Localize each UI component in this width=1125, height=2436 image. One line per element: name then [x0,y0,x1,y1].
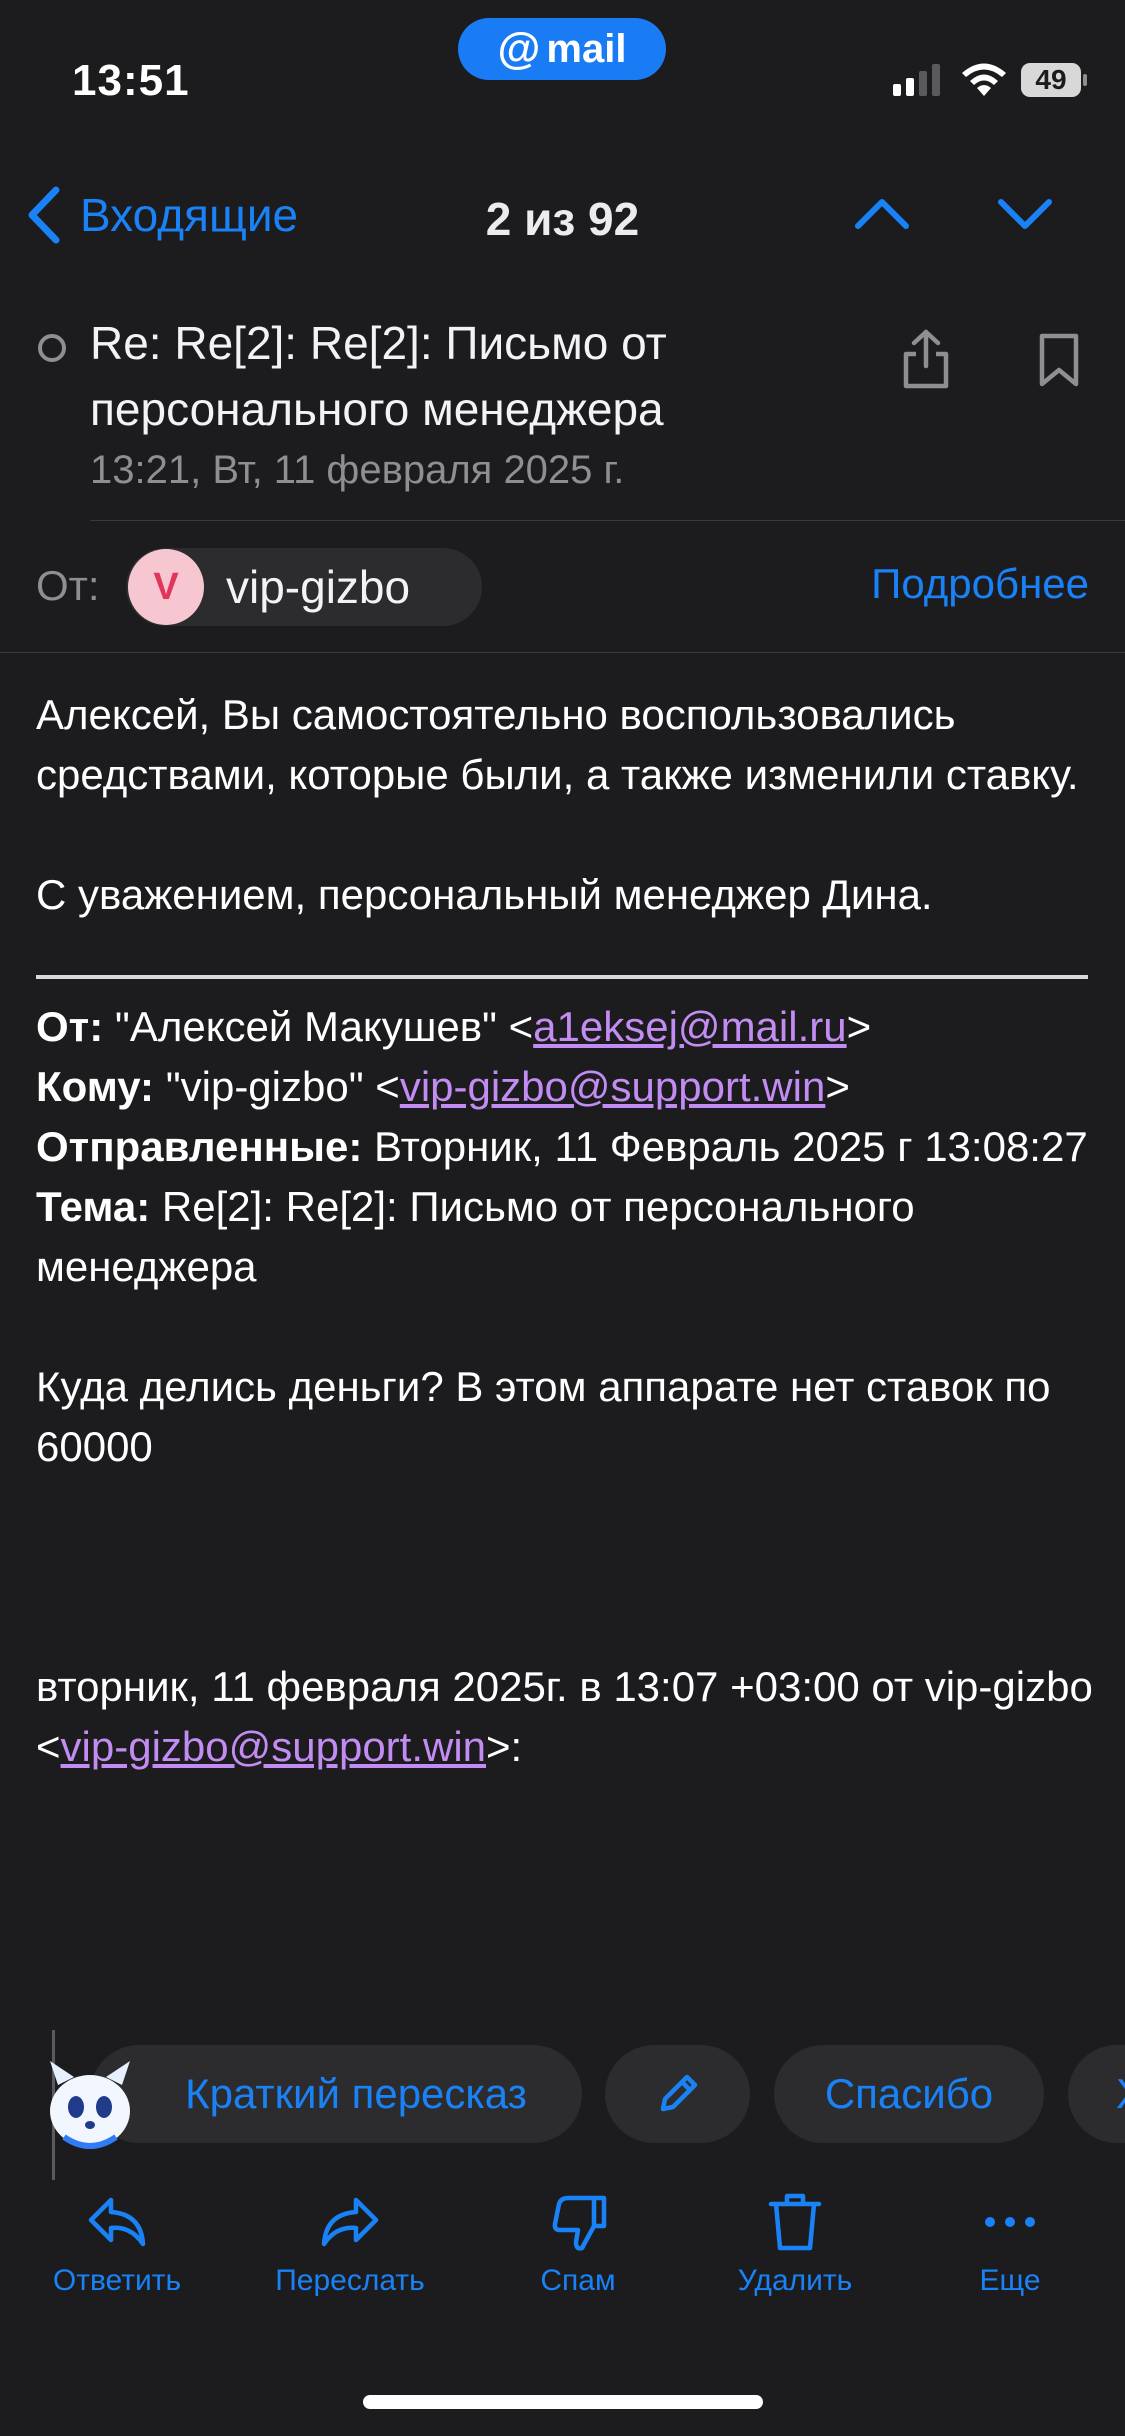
forward-label: Переслать [275,2264,425,2297]
quoted-subject-line: Тема: Re[2]: Re[2]: Письмо от персональн… [36,1177,1096,1297]
mail-badge-label: mail [546,26,627,71]
quoted-from-line: От: "Алексей Макушев" <a1eksej@mail.ru> [36,997,1096,1057]
subject-block: Re: Re[2]: Re[2]: Письмо от персональног… [0,310,1125,510]
reply-label: Ответить [52,2264,182,2297]
summary-chip-label: Краткий пересказ [185,2070,527,2117]
thumbs-down-icon [552,2195,607,2251]
body-paragraph: Алексей, Вы самостоятельно воспользовали… [36,691,1079,798]
message-body: Алексей, Вы самостоятельно воспользовали… [36,685,1096,1777]
avatar: V [128,549,204,625]
quoted-from-email-link[interactable]: a1eksej@mail.ru [533,1003,846,1050]
chevron-up-icon[interactable] [852,194,912,234]
forward-icon [321,2197,379,2247]
message-counter: 2 из 92 [485,193,640,245]
assistant-mascot-icon[interactable] [44,2055,136,2151]
summary-chip[interactable]: Краткий пересказ [90,2045,582,2143]
header-divider [0,652,1125,653]
quoted-to-close: > [825,1063,850,1110]
nav-bar: Входящие 2 из 92 [0,170,1125,262]
status-time: 13:51 [72,56,190,105]
more-label: Еще [979,2264,1041,2297]
more-suggestion-chip[interactable]: Х [1068,2045,1125,2143]
delete-button[interactable]: Удалить [730,2190,860,2298]
quoted-sent-line: Отправленные: Вторник, 11 Февраль 2025 г… [36,1117,1096,1177]
quote-separator [36,975,1088,979]
sender-chip[interactable]: V vip-gizbo [126,548,482,626]
status-bar: 13:51 @ mail 49 [0,0,1125,140]
share-icon[interactable] [898,328,954,390]
quoted-sent-label: Отправленные: [36,1123,363,1170]
reply-attribution-suffix: >: [486,1723,523,1770]
mail-app-badge[interactable]: @ mail [458,18,666,80]
quoted-from-name: "Алексей Макушев" < [103,1003,534,1050]
message-date: 13:21, Вт, 11 февраля 2025 г. [90,448,625,492]
read-status-icon[interactable] [38,334,66,362]
battery-icon: 49 [1020,62,1088,98]
message-subject: Re: Re[2]: Re[2]: Письмо от персональног… [90,317,667,435]
quoted-sent-value: Вторник, 11 Февраль 2025 г 13:08:27 [362,1123,1088,1170]
battery-level: 49 [1035,64,1067,95]
cellular-signal-icon [893,64,940,96]
bookmark-icon[interactable] [1036,332,1082,388]
more-dots-icon [985,2217,1035,2227]
quoted-from-label: От: [36,1003,104,1050]
email-viewer-screen: 13:51 @ mail 49 Входящие 2 из 92 Re: Re[… [0,0,1125,2436]
smart-replies-row: Краткий пересказ Спасибо Х [0,2045,1125,2149]
home-indicator[interactable] [363,2395,763,2409]
quoted-to-line: Кому: "vip-gizbo" <vip-gizbo@support.win… [36,1057,1096,1117]
reply-attribution-email-link[interactable]: vip-gizbo@support.win [61,1723,487,1770]
quoted-subject-label: Тема: [36,1183,151,1230]
bottom-toolbar: Ответить Переслать Спам Удалить Еще [0,2190,1125,2330]
pencil-icon [660,2074,697,2112]
quoted-to-name: "vip-gizbo" < [154,1063,400,1110]
quoted-to-label: Кому: [36,1063,155,1110]
forward-button[interactable]: Переслать [270,2190,430,2298]
quoted-from-close: > [846,1003,872,1050]
edit-chip[interactable] [605,2045,750,2143]
thanks-chip[interactable]: Спасибо [774,2045,1044,2143]
subject-divider [90,520,1125,521]
chevron-down-icon[interactable] [995,194,1055,234]
reply-attribution-line: вторник, 11 февраля 2025г. в 13:07 +03:0… [36,1657,1096,1777]
quoted-subject-value: Re[2]: Re[2]: Письмо от персонального ме… [36,1183,915,1290]
wifi-icon [962,63,1006,96]
details-link[interactable]: Подробнее [871,560,1089,608]
body-signature: С уважением, персональный менеджер Дина. [36,871,933,918]
quoted-to-email-link[interactable]: vip-gizbo@support.win [400,1063,826,1110]
at-icon: @ [497,24,541,73]
spam-button[interactable]: Спам [530,2190,626,2298]
spam-label: Спам [540,2264,616,2297]
quoted-text: Куда делись деньги? В этом аппарате нет … [36,1363,1051,1470]
reply-icon [88,2197,146,2247]
trash-icon [768,2193,822,2251]
sender-name: vip-gizbo [226,561,411,613]
sender-row: От: V vip-gizbo Подробнее [0,540,1125,630]
thanks-chip-label: Спасибо [824,2070,994,2117]
reply-button[interactable]: Ответить [50,2190,184,2298]
more-suggestion-chip-label: Х [1116,2070,1125,2118]
delete-label: Удалить [737,2264,853,2297]
from-label: От: [36,562,100,609]
more-button[interactable]: Еще [960,2190,1060,2298]
